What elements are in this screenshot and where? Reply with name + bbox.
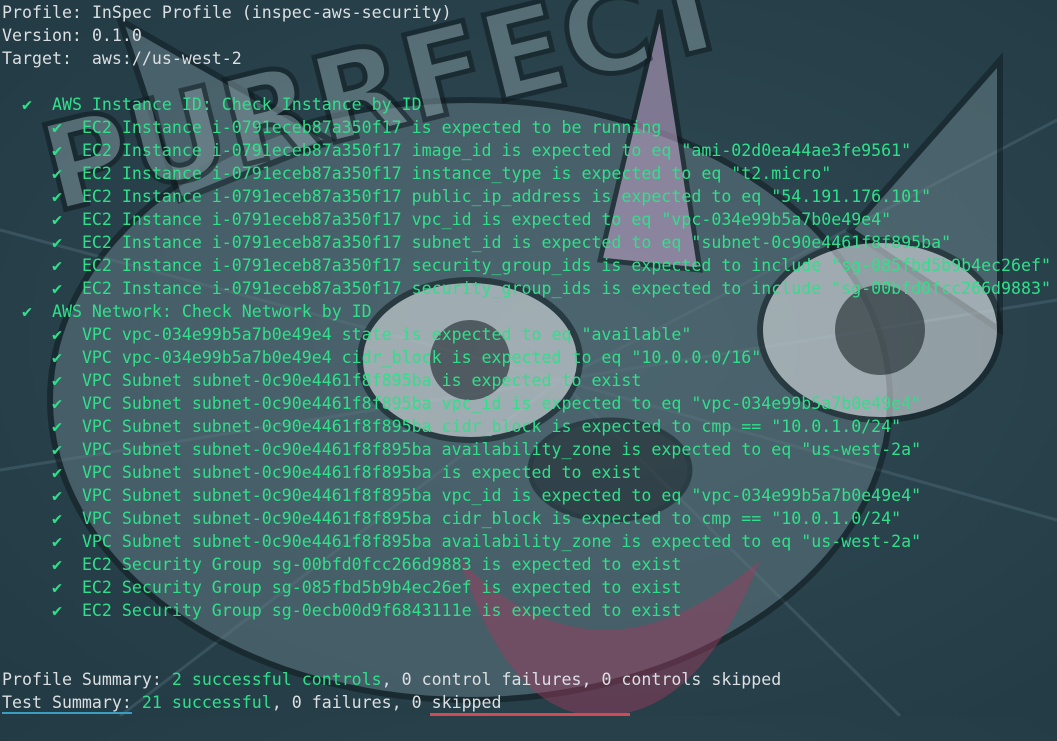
result-line: ✔ EC2 Security Group sg-085fbd5b9b4ec26e…: [51, 578, 682, 597]
profile-line: Profile: InSpec Profile (inspec-aws-secu…: [2, 3, 452, 22]
result-line: ✔ EC2 Instance i-0791eceb87a350f17 secur…: [51, 256, 1051, 275]
result-line: ✔ EC2 Security Group sg-0ecb00d9f6843111…: [51, 601, 682, 620]
check-icon: ✔: [51, 141, 62, 160]
result-line: ✔ EC2 Instance i-0791eceb87a350f17 secur…: [51, 279, 1051, 298]
result-line: ✔ VPC Subnet subnet-0c90e4461f8f895ba ci…: [51, 417, 902, 436]
result-line: ✔ EC2 Security Group sg-00bfd0fcc266d988…: [51, 555, 682, 574]
check-icon: ✔: [51, 256, 62, 275]
result-line: ✔ VPC Subnet subnet-0c90e4461f8f895ba av…: [51, 440, 922, 459]
result-line: ✔ EC2 Instance i-0791eceb87a350f17 publi…: [51, 187, 932, 206]
result-line: ✔ VPC Subnet subnet-0c90e4461f8f895ba is…: [51, 371, 642, 390]
check-icon: ✔: [51, 417, 62, 436]
result-line: ✔ VPC vpc-034e99b5a7b0e49e4 cidr_block i…: [51, 348, 762, 367]
check-icon: ✔: [51, 187, 62, 206]
result-line: ✔ EC2 Instance i-0791eceb87a350f17 image…: [51, 141, 912, 160]
check-icon: ✔: [51, 164, 62, 183]
result-line: ✔ VPC Subnet subnet-0c90e4461f8f895ba ci…: [51, 509, 902, 528]
result-line: ✔ VPC Subnet subnet-0c90e4461f8f895ba is…: [51, 463, 642, 482]
check-icon: ✔: [51, 118, 62, 137]
result-line: ✔ VPC Subnet subnet-0c90e4461f8f895ba vp…: [51, 486, 922, 505]
terminal-output: Profile: InSpec Profile (inspec-aws-secu…: [0, 0, 1057, 716]
result-line: ✔ VPC Subnet subnet-0c90e4461f8f895ba vp…: [51, 394, 922, 413]
control-title: ✔ AWS Instance ID: Check Instance by ID: [21, 95, 422, 114]
check-icon: ✔: [51, 578, 62, 597]
check-icon: ✔: [51, 394, 62, 413]
check-icon: ✔: [21, 95, 32, 114]
check-icon: ✔: [51, 486, 62, 505]
check-icon: ✔: [51, 555, 62, 574]
test-success-count: 21 successful: [141, 693, 272, 712]
target-line: Target: aws://us-west-2: [2, 49, 242, 68]
check-icon: ✔: [51, 210, 62, 229]
profile-success-count: 2 successful controls: [171, 670, 382, 689]
check-icon: ✔: [51, 532, 62, 551]
result-line: ✔ VPC vpc-034e99b5a7b0e49e4 state is exp…: [51, 325, 692, 344]
result-line: ✔ EC2 Instance i-0791eceb87a350f17 insta…: [51, 164, 832, 183]
check-icon: ✔: [51, 233, 62, 252]
check-icon: ✔: [51, 463, 62, 482]
result-line: ✔ EC2 Instance i-0791eceb87a350f17 is ex…: [51, 118, 662, 137]
check-icon: ✔: [51, 440, 62, 459]
check-icon: ✔: [51, 348, 62, 367]
check-icon: ✔: [21, 302, 32, 321]
check-icon: ✔: [51, 371, 62, 390]
check-icon: ✔: [51, 325, 62, 344]
version-line: Version: 0.1.0: [2, 26, 142, 45]
check-icon: ✔: [51, 509, 62, 528]
result-line: ✔ EC2 Instance i-0791eceb87a350f17 subne…: [51, 233, 952, 252]
test-summary: Test Summary: 21 successful, 0 failures,…: [2, 693, 502, 714]
check-icon: ✔: [51, 601, 62, 620]
check-icon: ✔: [51, 279, 62, 298]
control-title: ✔ AWS Network: Check Network by ID: [21, 302, 372, 321]
result-line: ✔ EC2 Instance i-0791eceb87a350f17 vpc_i…: [51, 210, 892, 229]
profile-summary: Profile Summary: 2 successful controls, …: [2, 670, 782, 689]
result-line: ✔ VPC Subnet subnet-0c90e4461f8f895ba av…: [51, 532, 922, 551]
